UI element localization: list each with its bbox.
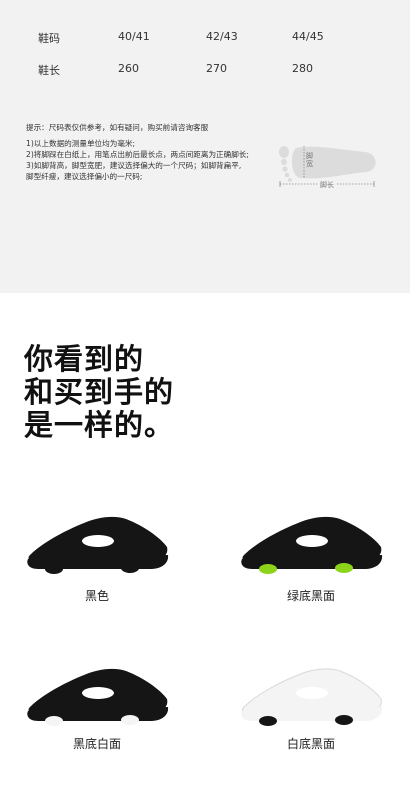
length-value: 260: [118, 62, 139, 75]
size-row-label: 鞋码: [38, 32, 60, 45]
foot-length-label: 脚长: [318, 180, 336, 190]
tips-line: 1)以上数据的测量单位均为毫米;: [26, 139, 136, 148]
size-tips: 提示：尺码表仅供参考，如有疑问，购买前请咨询客服 1)以上数据的测量单位均为毫米…: [26, 122, 276, 182]
tips-line: 3)如脚背高，脚型宽肥，建议选择偏大的一个尺码；如脚背扁平,: [26, 161, 242, 170]
slide-sandal-icon: [27, 516, 169, 574]
tips-title: 提示：尺码表仅供参考，如有疑问，购买前请咨询客服: [26, 123, 209, 132]
headline: 你看到的 和买到手的 是一样的。: [24, 343, 174, 442]
length-value: 270: [206, 62, 227, 75]
product-label: 黑色: [84, 589, 109, 603]
size-value: 44/45: [292, 30, 324, 43]
size-value: 40/41: [118, 30, 150, 43]
product-label: 绿底黑面: [286, 589, 335, 603]
product-image-black[interactable]: [22, 503, 172, 583]
product-label: 白底黑面: [286, 737, 335, 751]
slide-sandal-icon: [241, 668, 383, 726]
tips-line: 2)将脚踩在白纸上，用笔点出前后最长点，两点间距离为正确脚长;: [26, 150, 249, 159]
headline-line: 你看到的: [24, 342, 145, 376]
product-image-white-upper[interactable]: [236, 655, 386, 735]
foot-width-label: 脚宽: [306, 152, 313, 168]
product-label: 黑底白面: [72, 737, 121, 751]
product-colors-section: 你看到的 和买到手的 是一样的。 黑色 绿底黑面 黑底白面 白底黑面: [0, 293, 410, 800]
size-value: 42/43: [206, 30, 238, 43]
tips-line: 脚型纤瘦，建议选择偏小的一尺码;: [26, 172, 143, 181]
product-image-green-sole[interactable]: [236, 503, 386, 583]
product-image-white-sole[interactable]: [22, 655, 172, 735]
size-row: 鞋码 40/41 42/43 44/45: [0, 30, 410, 50]
size-chart-section: 鞋码 40/41 42/43 44/45 鞋长 260 270 280 提示：尺…: [0, 0, 410, 293]
slide-sandal-icon: [241, 516, 383, 574]
foot-measure-diagram: 脚宽 脚长: [270, 138, 382, 192]
length-row: 鞋长 260 270 280: [0, 62, 410, 82]
length-row-label: 鞋长: [38, 64, 60, 77]
length-value: 280: [292, 62, 313, 75]
headline-line: 和买到手的: [24, 375, 175, 409]
slide-sandal-icon: [27, 668, 169, 726]
headline-line: 是一样的。: [24, 408, 175, 442]
